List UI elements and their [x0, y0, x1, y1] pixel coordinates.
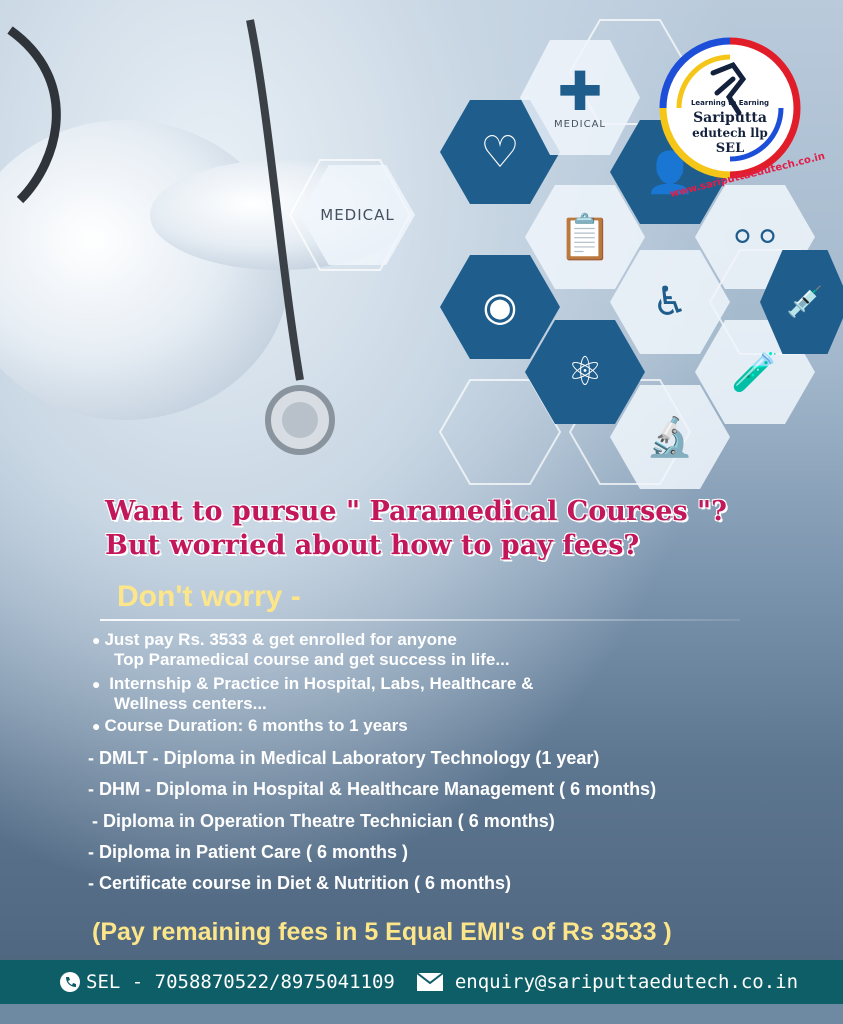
- bullet-dot-icon: ●: [92, 718, 101, 734]
- bullet-2-line1: Internship & Practice in Hospital, Labs,…: [109, 674, 534, 693]
- course-item: - Diploma in Operation Theatre Technicia…: [92, 811, 555, 831]
- molecule-icon: ⚛: [567, 349, 603, 395]
- bullet-1-line2: Top Paramedical course and get success i…: [114, 650, 510, 669]
- pills-icon: ⚪⚪: [729, 219, 781, 255]
- footer-phone[interactable]: SEL - 7058870522/8975041109: [86, 971, 395, 993]
- hex-medical-label: MEDICAL: [320, 206, 395, 224]
- hex-medical-small-label: MEDICAL: [554, 119, 606, 130]
- divider-line: [100, 619, 740, 621]
- logo-name-line2: edutech llp: [692, 126, 768, 140]
- logo-tagline: Learning to Earning: [690, 99, 770, 107]
- emi-note: (Pay remaining fees in 5 Equal EMI's of …: [92, 918, 672, 946]
- footer-email[interactable]: enquiry@sariputtaedutech.co.in: [455, 971, 798, 993]
- headline-line1: Want to pursue " Paramedical Courses "?: [105, 496, 727, 527]
- bullet-3-line1: Course Duration: 6 months to 1 years: [104, 716, 408, 735]
- syringe-icon: 💉: [786, 284, 824, 320]
- cross-icon: ✚: [557, 60, 603, 123]
- headline-line2: But worried about how to pay fees?: [105, 530, 640, 561]
- bottom-strip: [0, 1004, 843, 1024]
- course-item: - DMLT - Diploma in Medical Laboratory T…: [88, 748, 600, 768]
- wheelchair-icon: ♿: [652, 279, 688, 325]
- eye-icon: ◉: [482, 284, 518, 330]
- flyer: MEDICAL ♡ ✚ MEDICAL 📋 👤 ◉ ♿ ⚪⚪ ⚛ 🧪 🔬 💉 L…: [0, 0, 843, 1024]
- bullet-dot-icon: ●: [92, 676, 101, 692]
- subhead: Don't worry -: [117, 580, 301, 613]
- course-item: - DHM - Diploma in Hospital & Healthcare…: [88, 779, 657, 799]
- bullet-2-line2: Wellness centers...: [114, 694, 267, 713]
- bullet-3: ● Course Duration: 6 months to 1 years: [92, 716, 408, 736]
- mail-icon: [416, 973, 443, 991]
- bullet-dot-icon: ●: [92, 632, 101, 648]
- phone-icon: [60, 972, 80, 992]
- bullet-1: ● Just pay Rs. 3533 & get enrolled for an…: [92, 630, 510, 670]
- logo-name-line1: Sariputta: [693, 110, 767, 126]
- microscope-icon: 🔬: [646, 414, 694, 459]
- bullet-1-line1: Just pay Rs. 3533 & get enrolled for any…: [104, 630, 457, 649]
- course-item: - Certificate course in Diet & Nutrition…: [88, 873, 512, 893]
- test-tubes-icon: 🧪: [731, 349, 779, 394]
- bullet-2: ● Internship & Practice in Hospital, Lab…: [92, 674, 533, 714]
- course-item: - Diploma in Patient Care ( 6 months ): [88, 842, 409, 862]
- logo-abbr: SEL: [715, 141, 745, 156]
- heart-icon: ♡: [480, 126, 520, 178]
- contact-footer: SEL - 7058870522/8975041109 enquiry@sari…: [0, 960, 843, 1004]
- clipboard-icon: 📋: [557, 212, 613, 263]
